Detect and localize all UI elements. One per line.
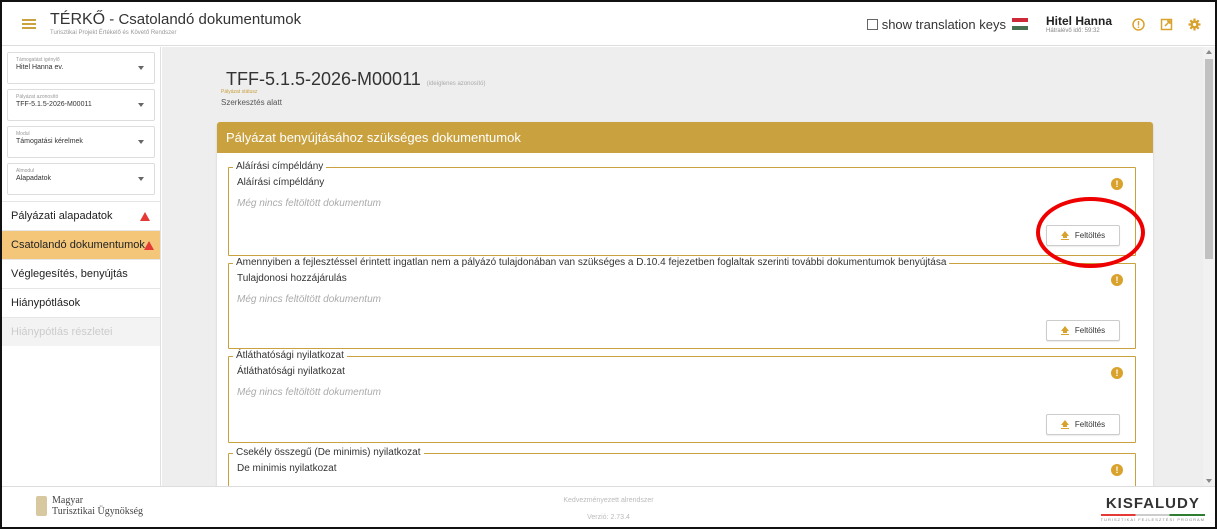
status-label: Pályázat státusz [221, 89, 258, 95]
document-section: Csekély összegű (De minimis) nyilatkozat… [228, 447, 1136, 486]
scrollbar[interactable] [1203, 47, 1215, 486]
select-label: Almodul [16, 168, 35, 174]
sidebar: Támogatást igénylő Hitel Hanna ev. Pályáz… [2, 47, 161, 486]
document-name: Aláírási címpéldány [237, 177, 325, 188]
upload-button[interactable]: Feltöltés [1046, 414, 1120, 435]
scrollbar-thumb[interactable] [1205, 59, 1213, 259]
nav-item-finalize[interactable]: Véglegesítés, benyújtás [2, 259, 160, 288]
user-info: Hitel Hanna Hátralévő idő: 59:32 [1046, 14, 1112, 34]
select-value: TFF-5.1.5-2026-M00011 [16, 101, 92, 108]
select-label: Pályázat azonosító [16, 94, 59, 100]
brand-name: KISFALUDY [1105, 495, 1200, 512]
empty-state-text: Még nincs feltöltött dokumentum [237, 294, 381, 305]
info-icon[interactable]: ! [1111, 367, 1123, 379]
info-icon[interactable]: ! [1111, 178, 1123, 190]
subsystem-label: Kedvezményezett alrendszer [563, 497, 654, 504]
module-select[interactable]: Modul Támogatási kérelmek [7, 126, 155, 158]
document-section: Amennyiben a fejlesztéssel érintett inga… [228, 257, 1136, 349]
submodule-select[interactable]: Almodul Alapadatok [7, 163, 155, 195]
select-value: Alapadatok [16, 175, 52, 182]
user-name: Hitel Hanna [1045, 14, 1112, 28]
section-legend: Amennyiben a fejlesztéssel érintett inga… [233, 257, 950, 268]
nav-item-documents[interactable]: Csatolandó dokumentumok [2, 230, 160, 259]
translation-keys-toggle[interactable]: show translation keys [866, 16, 1006, 32]
id-note: (ideiglenes azonosító) [426, 81, 486, 87]
applicant-select[interactable]: Támogatást igénylő Hitel Hanna ev. [7, 52, 155, 84]
status-value: Szerkesztés alatt [221, 98, 282, 107]
application-id: TFF-5.1.5-2026-M00011 [226, 69, 421, 89]
info-icon[interactable] [1131, 17, 1145, 31]
page-title: - Csatolandó dokumentumok [105, 11, 302, 28]
checkbox-icon[interactable] [866, 18, 878, 30]
scroll-down-icon[interactable] [1206, 479, 1212, 483]
info-icon[interactable]: ! [1111, 464, 1123, 476]
select-label: Támogatást igénylő [16, 57, 60, 63]
warning-icon [140, 211, 150, 221]
upload-button[interactable]: Feltöltés [1046, 320, 1120, 341]
dropdown-arrow-icon [138, 177, 144, 181]
dropdown-arrow-icon [138, 66, 144, 70]
document-section: Átláthatósági nyilatkozat Átláthatósági … [228, 350, 1136, 443]
empty-state-text: Még nincs feltöltött dokumentum [237, 387, 381, 398]
nav-label: Hiánypótlások [11, 297, 81, 309]
upload-icon [1060, 326, 1069, 335]
external-link-icon[interactable] [1159, 17, 1173, 31]
nav-item-basic-data[interactable]: Pályázati alapadatok [2, 201, 160, 230]
kisfaludy-logo: KISFALUDY TURISZTIKAI FEJLESZTÉSI PROGRA… [1100, 495, 1205, 522]
translation-keys-label: show translation keys [881, 16, 1006, 32]
hungarian-flag-icon[interactable] [1011, 18, 1028, 30]
nav-label: Pályázati alapadatok [11, 210, 113, 222]
nav-label: Hiánypótlás részletei [11, 326, 113, 338]
nav-label: Csatolandó dokumentumok [11, 239, 145, 251]
upload-icon [1060, 420, 1069, 429]
version-label: Verzió: 2.73.4 [587, 514, 630, 521]
empty-state-text: Még nincs feltöltött dokumentum [237, 198, 381, 209]
document-name: Tulajdonosi hozzájárulás [237, 273, 347, 284]
select-value: Hitel Hanna ev. [16, 64, 64, 71]
section-legend: Átláthatósági nyilatkozat [233, 350, 347, 361]
dropdown-arrow-icon [138, 103, 144, 107]
warning-icon [144, 240, 154, 250]
upload-button-label: Feltöltés [1074, 326, 1106, 335]
select-label: Modul [16, 131, 30, 137]
nav-label: Véglegesítés, benyújtás [11, 268, 128, 280]
menu-icon[interactable] [22, 18, 36, 29]
document-name: Átláthatósági nyilatkozat [237, 366, 345, 377]
application-header: TFF-5.1.5-2026-M00011 (ideiglenes azonosí… [226, 69, 485, 90]
app-name: TÉRKŐ [50, 11, 106, 28]
document-name: De minimis nyilatkozat [237, 463, 337, 474]
app-brand: TÉRKŐ - Csatolandó dokumentumok Turiszti… [50, 11, 301, 36]
dropdown-arrow-icon [138, 140, 144, 144]
nav-item-deficiencies[interactable]: Hiánypótlások [2, 288, 160, 317]
section-legend: Aláírási címpéldány [233, 161, 327, 172]
nav-item-deficiency-details: Hiánypótlás részletei [2, 317, 160, 346]
gear-icon[interactable] [1187, 17, 1201, 31]
main-content: TFF-5.1.5-2026-M00011 (ideiglenes azonosí… [162, 47, 1203, 486]
top-bar: TÉRKŐ - Csatolandó dokumentumok Turiszti… [2, 2, 1215, 46]
app-subtitle: Turisztikai Projekt Értékelő és Követő R… [50, 30, 177, 36]
session-timer: Hátralévő idő: 59:32 [1045, 28, 1100, 34]
select-value: Támogatási kérelmek [16, 138, 83, 145]
card-title: Pályázat benyújtásához szükséges dokumen… [217, 122, 1153, 153]
highlight-circle [1036, 197, 1145, 268]
application-id-select[interactable]: Pályázat azonosító TFF-5.1.5-2026-M00011 [7, 89, 155, 121]
scroll-up-icon[interactable] [1206, 50, 1212, 54]
section-legend: Csekély összegű (De minimis) nyilatkozat [233, 447, 424, 458]
brand-subtitle: TURISZTIKAI FEJLESZTÉSI PROGRAM [1100, 517, 1205, 522]
info-icon[interactable]: ! [1111, 274, 1123, 286]
sidebar-nav: Pályázati alapadatok Csatolandó dokument… [2, 201, 160, 346]
document-section: Aláírási címpéldány Aláírási címpéldány … [228, 161, 1136, 256]
footer: Magyar Turisztikai Ügynökség Kedvezményez… [2, 486, 1215, 527]
documents-card: Pályázat benyújtásához szükséges dokumen… [217, 122, 1153, 486]
upload-button-label: Feltöltés [1074, 420, 1106, 429]
